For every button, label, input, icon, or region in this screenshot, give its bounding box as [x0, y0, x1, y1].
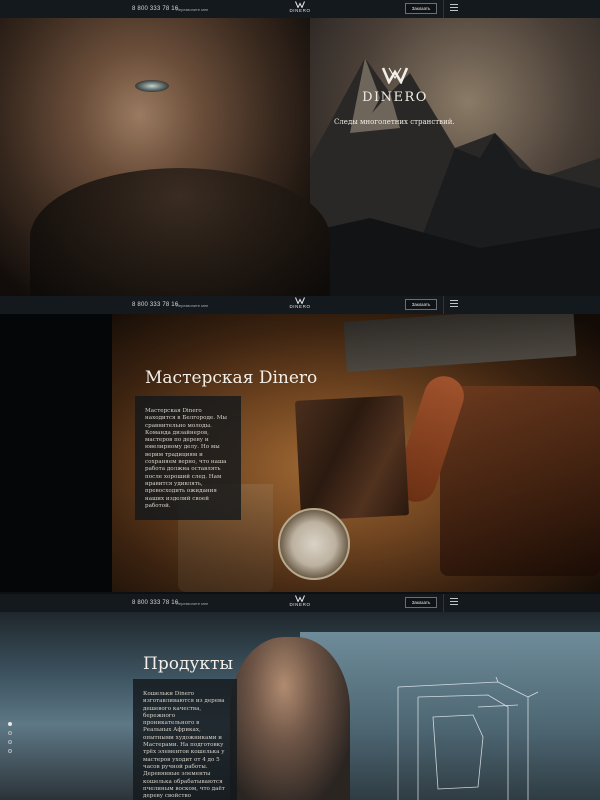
eye-image	[135, 80, 169, 92]
header-bar: 8 800 333 78 16 Перезвоните мне DINERO З…	[0, 594, 600, 612]
wallet-image	[294, 395, 410, 521]
order-button[interactable]: Заказать	[405, 597, 437, 608]
workshop-text-panel: Мастерская Dinero находится в Белгороде.…	[135, 396, 241, 520]
logo[interactable]: DINERO	[287, 595, 313, 607]
hero-brand-name: DINERO	[362, 90, 428, 105]
logo[interactable]: DINERO	[287, 1, 313, 13]
hamburger-icon[interactable]	[450, 4, 458, 14]
logo-text: DINERO	[289, 602, 311, 607]
header-bar: 8 800 333 78 16 Перезвоните мне DINERO З…	[0, 0, 600, 18]
products-section: Продукты Кошельки Dinero изготавливаются…	[0, 612, 600, 800]
craftsman-image	[230, 637, 350, 800]
divider	[443, 0, 444, 18]
products-title: Продукты	[143, 654, 233, 674]
logo-icon	[381, 67, 409, 85]
header-bar: 8 800 333 78 16 Перезвоните мне DINERO З…	[0, 296, 600, 314]
logo-icon	[295, 297, 305, 304]
slide-dots	[8, 722, 12, 758]
workshop-title: Мастерская Dinero	[145, 368, 318, 388]
phone-number[interactable]: 8 800 333 78 16	[132, 600, 178, 606]
slide-dot[interactable]	[8, 731, 12, 735]
logo[interactable]: DINERO	[287, 297, 313, 309]
wooden-box-image	[440, 386, 600, 576]
slide-dot[interactable]	[8, 749, 12, 753]
workshop-text: Мастерская Dinero находится в Белгороде.…	[145, 408, 227, 509]
callback-link[interactable]: Перезвоните мне	[176, 7, 208, 12]
slide-dot-active[interactable]	[8, 722, 12, 726]
products-text: Кошельки Dinero изготавливаются из дерев…	[143, 691, 225, 800]
order-button[interactable]: Заказать	[405, 3, 437, 14]
logo-text: DINERO	[289, 8, 311, 13]
hero-brand: DINERO	[335, 66, 455, 105]
order-button[interactable]: Заказать	[405, 299, 437, 310]
products-text-panel: Кошельки Dinero изготавливаются из дерев…	[133, 679, 237, 800]
phone-number[interactable]: 8 800 333 78 16	[132, 6, 178, 12]
divider	[443, 296, 444, 314]
hero-section: DINERO Следы многолетних странствий.	[0, 18, 600, 296]
pocket-watch-image	[278, 508, 350, 580]
divider	[443, 594, 444, 612]
beard-image	[30, 168, 330, 296]
logo-icon	[295, 1, 305, 8]
hamburger-icon[interactable]	[450, 300, 458, 310]
slide-dot[interactable]	[8, 740, 12, 744]
hero-tagline: Следы многолетних странствий.	[334, 118, 455, 126]
logo-icon	[295, 595, 305, 602]
wallet-sketch-image	[397, 677, 539, 800]
phone-number[interactable]: 8 800 333 78 16	[132, 302, 178, 308]
logo-text: DINERO	[289, 304, 311, 309]
workshop-section: Мастерская Dinero Мастерская Dinero нахо…	[0, 314, 600, 592]
hamburger-icon[interactable]	[450, 598, 458, 608]
callback-link[interactable]: Перезвоните мне	[176, 303, 208, 308]
callback-link[interactable]: Перезвоните мне	[176, 601, 208, 606]
